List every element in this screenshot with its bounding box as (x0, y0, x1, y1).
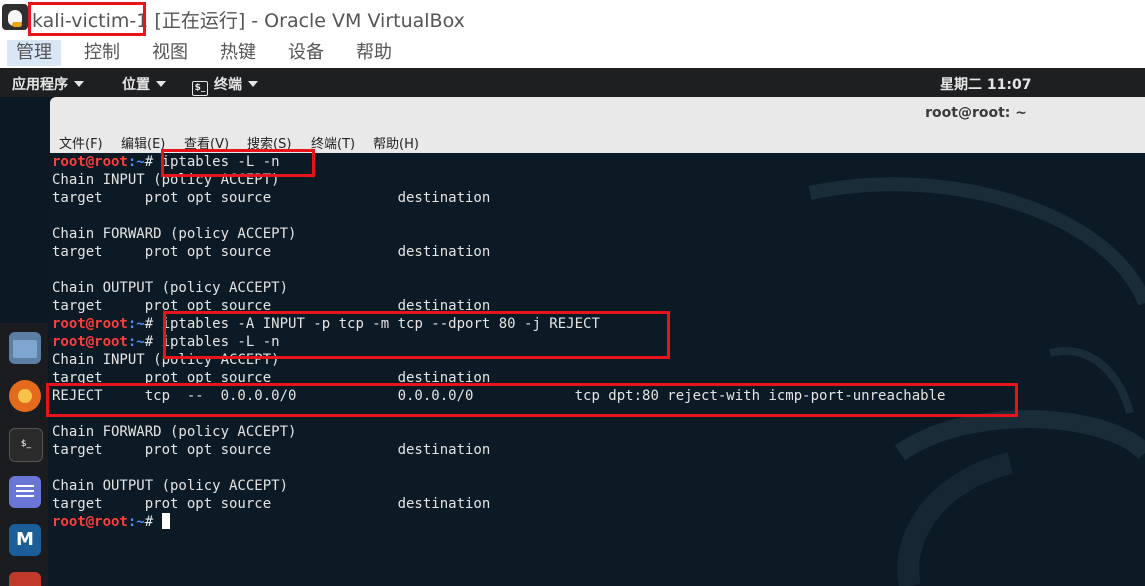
highlight-reject-rule (46, 383, 1018, 417)
terminal-menu-edit[interactable]: 编辑(E) (121, 133, 165, 152)
menu-view[interactable]: 视图 (143, 40, 197, 66)
chevron-down-icon (156, 81, 166, 87)
prompt-user: root@root (52, 316, 128, 332)
metasploit-icon[interactable]: M (9, 524, 41, 556)
chain-output-line: Chain OUTPUT (policy ACCEPT) (52, 478, 289, 494)
menu-manage[interactable]: 管理 (7, 40, 61, 66)
places-menu[interactable]: 位置 (122, 74, 166, 94)
chain-forward-line: Chain FORWARD (policy ACCEPT) (52, 226, 297, 242)
prompt-user: root@root (52, 334, 128, 350)
prompt-path: :~ (127, 334, 145, 350)
table-header-line: target prot opt source destination (52, 496, 491, 512)
applications-label: 应用程序 (12, 77, 68, 93)
highlight-append-command (163, 311, 670, 359)
prompt-symbol: # (144, 316, 162, 332)
prompt-user: root@root (52, 514, 128, 530)
terminal-body[interactable]: root@root:~# iptables -L -n Chain INPUT … (50, 153, 1145, 586)
terminal-title: root@root: ~ (925, 105, 1027, 121)
menu-help[interactable]: 帮助 (347, 40, 401, 66)
chain-forward-line: Chain FORWARD (policy ACCEPT) (52, 424, 297, 440)
terminal-menu-help[interactable]: 帮助(H) (373, 133, 419, 152)
virtualbox-title-bar: kali-victim-1 [正在运行] - Oracle VM Virtual… (0, 0, 1145, 36)
window-title-rest: [正在运行] - Oracle VM VirtualBox (148, 10, 465, 32)
prompt-path: :~ (127, 154, 145, 170)
table-header-line: target prot opt source destination (52, 244, 491, 260)
menu-hotkeys[interactable]: 热键 (211, 40, 265, 66)
prompt-path: :~ (127, 316, 145, 332)
prompt-symbol: # (144, 154, 162, 170)
terminal-icon[interactable]: $_ (9, 428, 43, 462)
prompt-user: root@root (52, 154, 128, 170)
terminal-menu-file[interactable]: 文件(F) (59, 133, 103, 152)
places-label: 位置 (122, 77, 150, 93)
chevron-down-icon (74, 81, 84, 87)
text-cursor (161, 513, 170, 529)
terminal-app-menu[interactable]: $_ 终端 (192, 74, 258, 96)
table-header-line: target prot opt source destination (52, 190, 491, 206)
prompt-symbol: # (144, 334, 162, 350)
prompt-symbol: # (144, 514, 162, 530)
highlight-vm-name (28, 2, 146, 36)
chain-output-line: Chain OUTPUT (policy ACCEPT) (52, 280, 289, 296)
file-manager-icon[interactable] (9, 332, 41, 364)
kali-logo-icon (2, 4, 28, 30)
virtualbox-menu-bar: 管理 控制 视图 热键 设备 帮助 (0, 36, 1145, 68)
chevron-down-icon (248, 81, 258, 87)
highlight-list-command (161, 149, 315, 177)
terminal-app-label: 终端 (214, 77, 242, 93)
prompt-path: :~ (127, 514, 145, 530)
menu-control[interactable]: 控制 (75, 40, 129, 66)
gnome-top-panel: 应用程序 位置 $_ 终端 星期二 11:07 (0, 68, 1145, 97)
app-icon[interactable] (9, 572, 41, 586)
applications-menu[interactable]: 应用程序 (12, 74, 84, 94)
table-header-line: target prot opt source destination (52, 442, 491, 458)
terminal-menu-terminal[interactable]: 终端(T) (311, 133, 355, 152)
text-editor-icon[interactable] (9, 476, 41, 508)
menu-devices[interactable]: 设备 (279, 40, 333, 66)
firefox-icon[interactable] (9, 380, 41, 412)
terminal-icon: $_ (192, 81, 208, 96)
clock[interactable]: 星期二 11:07 (940, 74, 1031, 94)
